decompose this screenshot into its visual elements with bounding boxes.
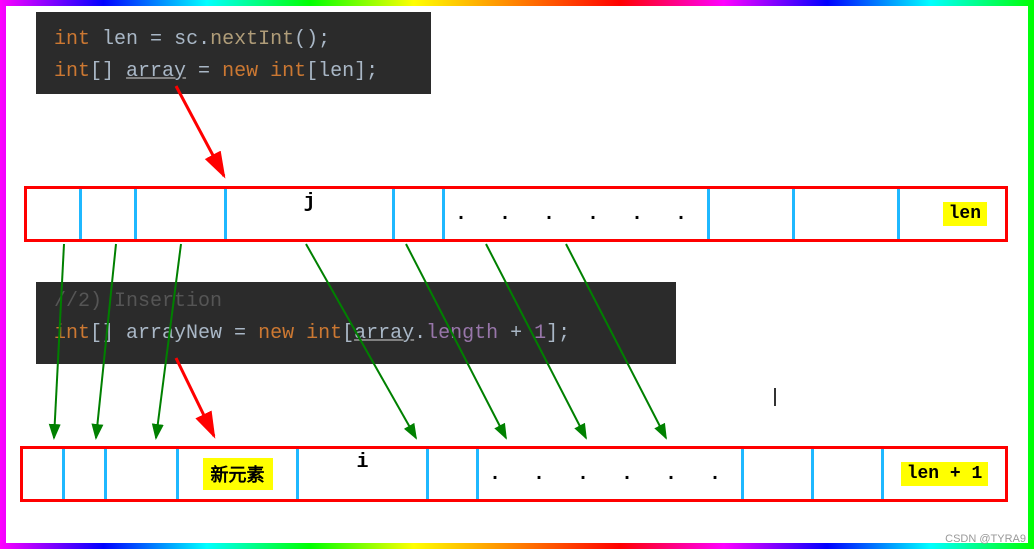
array2-cell-5	[429, 449, 479, 499]
array2-cell-i: i	[299, 449, 429, 499]
code-block-1: int len = sc.nextInt(); int[] array = ne…	[36, 12, 431, 94]
array1-cell-1	[82, 189, 137, 239]
var-len-ref: len	[318, 60, 354, 83]
array1-cell-j: j	[227, 189, 395, 239]
code-block-2: //2) Insertion int[] arrayNew = new int[…	[36, 282, 676, 364]
faded-comment: //2) Insertion	[54, 290, 222, 313]
len-label: len	[943, 202, 987, 226]
red-arrow-1	[176, 86, 224, 176]
array1-cell-dots: . . . . . .	[445, 189, 710, 239]
keyword-new-int: new int	[258, 322, 342, 345]
array2-cell-8	[814, 449, 884, 499]
array1-cell-4	[395, 189, 445, 239]
method-nextint: nextInt	[210, 28, 294, 51]
var-array: array	[126, 60, 186, 83]
len-plus-1-label: len + 1	[901, 462, 989, 486]
array1-cell-len: len	[900, 189, 1005, 239]
array2-cell-7	[744, 449, 814, 499]
watermark: CSDN @TYRA9	[945, 533, 1026, 545]
keyword-int: int	[54, 60, 90, 83]
i-label: i	[356, 451, 368, 474]
keyword-new-int: new int	[222, 60, 306, 83]
red-arrow-2	[176, 358, 214, 436]
j-label: j	[303, 191, 315, 214]
array-bottom: 新元素 i . . . . . . len + 1	[20, 446, 1008, 502]
array2-cell-new: 新元素	[179, 449, 299, 499]
array2-cell-1	[65, 449, 107, 499]
keyword-int: int	[54, 322, 90, 345]
array1-cell-0	[27, 189, 82, 239]
array2-cell-dots: . . . . . .	[479, 449, 744, 499]
array1-cell-6	[710, 189, 795, 239]
array1-cell-2	[137, 189, 227, 239]
diagram-canvas: int len = sc.nextInt(); int[] array = ne…	[6, 6, 1028, 543]
caret-mark	[774, 388, 776, 406]
var-arraynew: arrayNew	[126, 322, 222, 345]
keyword-int: int	[54, 28, 90, 51]
new-element-label: 新元素	[203, 458, 273, 490]
array2-cell-0	[23, 449, 65, 499]
var-len: len	[102, 28, 138, 51]
array1-cell-7	[795, 189, 900, 239]
literal-1: 1	[534, 322, 546, 345]
ref-array: array	[354, 322, 414, 345]
prop-length: length	[426, 322, 498, 345]
array2-cell-len: len + 1	[884, 449, 1005, 499]
array2-cell-2	[107, 449, 179, 499]
array-top: j . . . . . . len	[24, 186, 1008, 242]
obj-sc: sc	[174, 28, 198, 51]
rainbow-border: int len = sc.nextInt(); int[] array = ne…	[0, 0, 1034, 549]
